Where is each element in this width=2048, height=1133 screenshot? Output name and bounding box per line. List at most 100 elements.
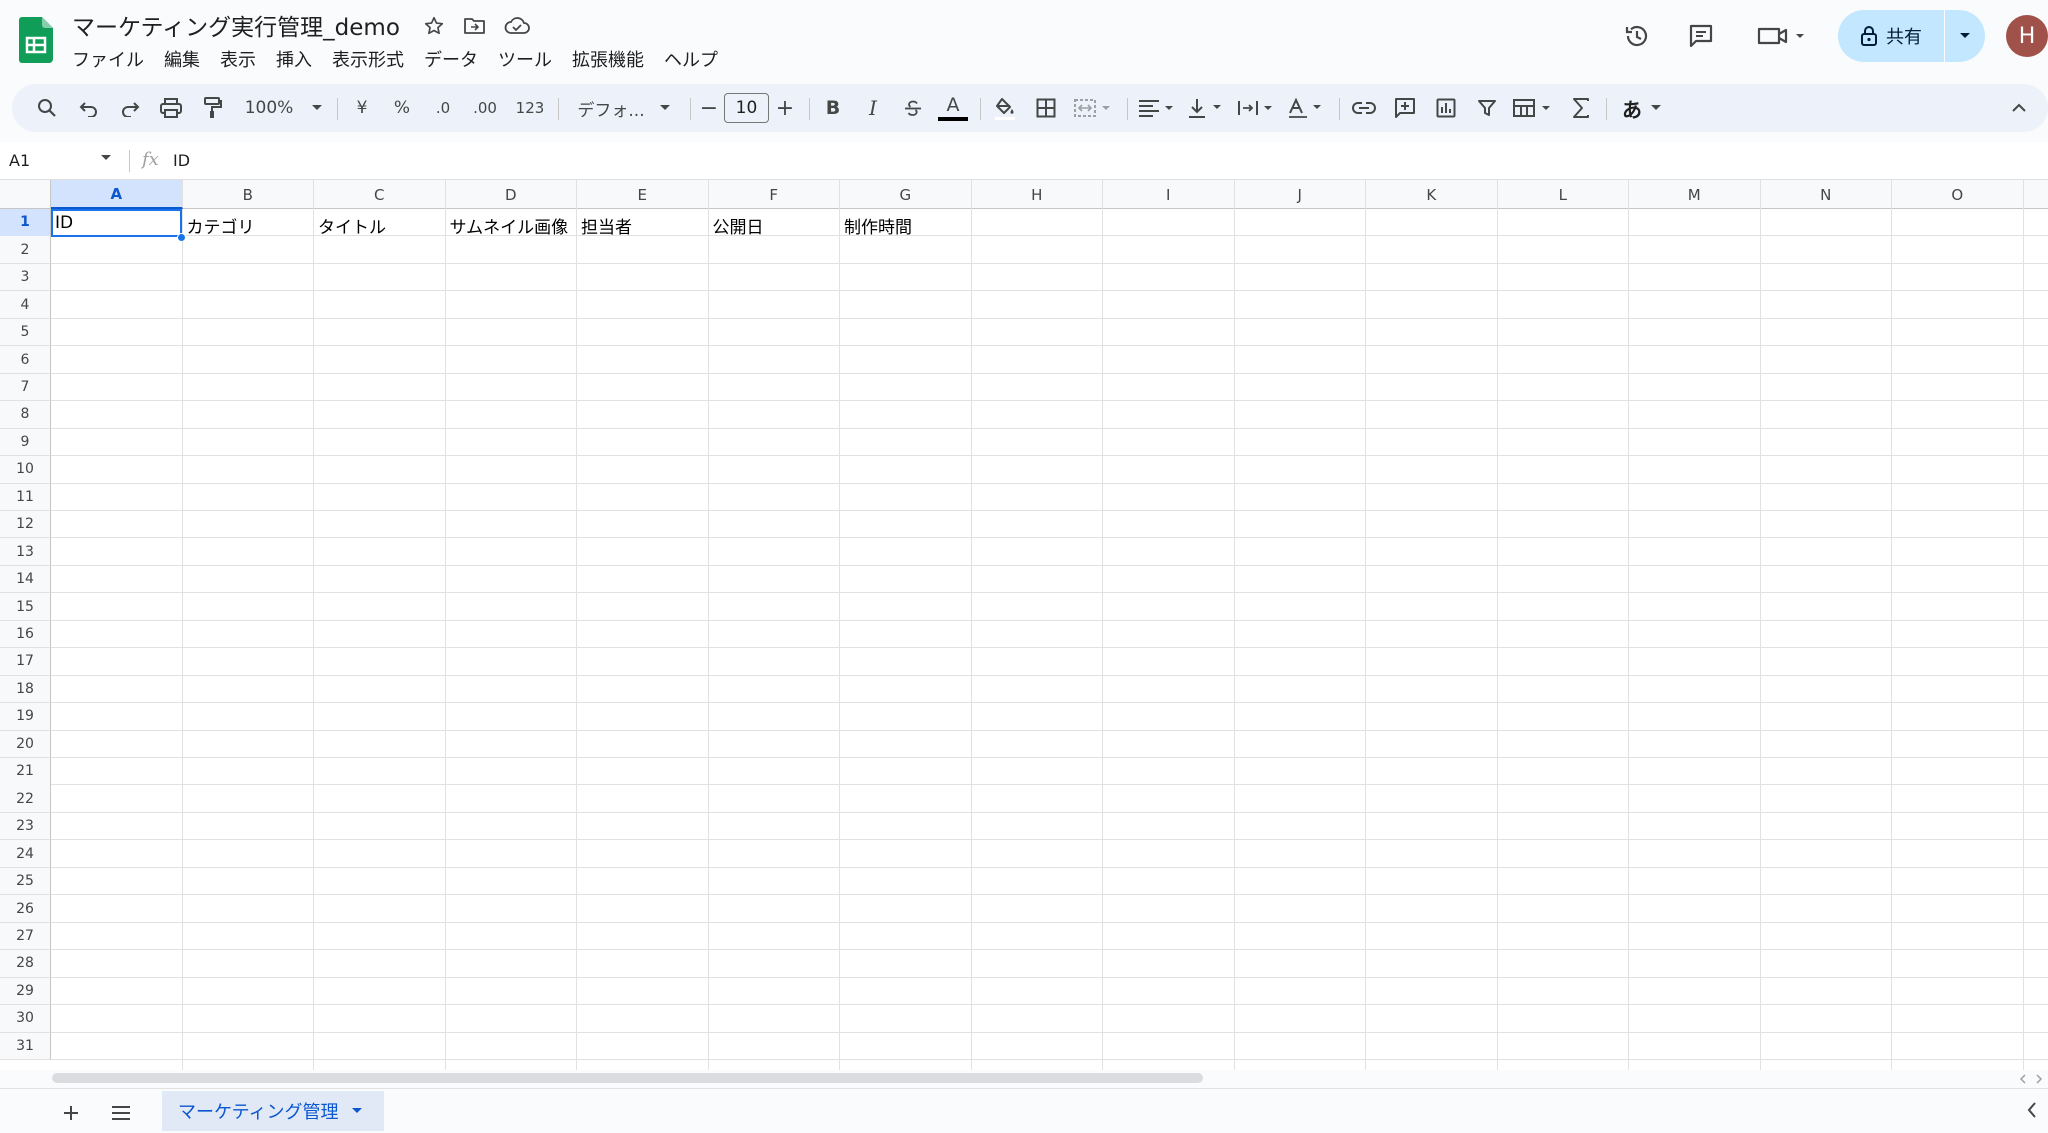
vertical-align-icon[interactable]: [1186, 90, 1232, 126]
bold-button[interactable]: B: [818, 90, 848, 126]
row-header-21[interactable]: 21: [0, 758, 51, 786]
cell-d1[interactable]: サムネイル画像: [450, 213, 569, 238]
decrease-decimal-button[interactable]: .0: [424, 90, 462, 126]
search-menus-icon[interactable]: [32, 90, 62, 126]
print-icon[interactable]: [156, 90, 186, 126]
column-header-n[interactable]: N: [1761, 180, 1892, 209]
row-header-17[interactable]: 17: [0, 648, 51, 676]
column-header-f[interactable]: F: [709, 180, 840, 209]
decrease-font-size-button[interactable]: −: [696, 90, 722, 126]
collapse-toolbar-icon[interactable]: [2004, 90, 2034, 126]
font-family-select[interactable]: デフォ...: [564, 90, 684, 126]
row-header-13[interactable]: 13: [0, 538, 51, 566]
cell-g1[interactable]: 制作時間: [844, 213, 912, 238]
filter-views-icon[interactable]: [1512, 90, 1558, 126]
column-header-c[interactable]: C: [314, 180, 446, 209]
row-header-22[interactable]: 22: [0, 785, 51, 813]
column-header-b[interactable]: B: [183, 180, 314, 209]
cloud-saved-icon[interactable]: [503, 12, 531, 40]
row-header-10[interactable]: 10: [0, 456, 51, 484]
cell-b1[interactable]: カテゴリ: [187, 213, 255, 238]
row-header-20[interactable]: 20: [0, 730, 51, 759]
insert-chart-icon[interactable]: [1429, 90, 1463, 126]
row-header-16[interactable]: 16: [0, 620, 51, 649]
menu-file[interactable]: ファイル: [62, 44, 154, 72]
row-header-2[interactable]: 2: [0, 236, 51, 264]
row-header-27[interactable]: 27: [0, 922, 51, 951]
row-header-19[interactable]: 19: [0, 703, 51, 731]
italic-button[interactable]: I: [858, 90, 888, 126]
increase-font-size-button[interactable]: +: [772, 90, 798, 126]
functions-icon[interactable]: [1564, 90, 1598, 126]
star-icon[interactable]: [420, 12, 448, 40]
comments-icon[interactable]: [1681, 16, 1721, 56]
merge-cells-icon[interactable]: [1072, 90, 1120, 126]
increase-decimal-button[interactable]: .00: [465, 90, 505, 126]
scroll-right-icon[interactable]: [2034, 1074, 2044, 1084]
column-header-l[interactable]: L: [1498, 180, 1629, 209]
more-formats-button[interactable]: 123: [508, 90, 552, 126]
menu-format[interactable]: 表示形式: [322, 44, 414, 72]
row-header-4[interactable]: 4: [0, 291, 51, 319]
row-header-6[interactable]: 6: [0, 346, 51, 374]
column-header-a[interactable]: A: [51, 180, 183, 209]
spreadsheet-grid[interactable]: ABCDEFGHIJKLMNO 1 2 3 4 5 6 7 8 9 10 11 12 13 14 15 16 1…: [0, 180, 2048, 1070]
sheet-tab-active[interactable]: マーケティング管理: [162, 1091, 384, 1131]
row-header-15[interactable]: 15: [0, 593, 51, 621]
name-box[interactable]: A1: [9, 151, 30, 170]
input-tools-button[interactable]: あ: [1614, 90, 1670, 126]
menu-view[interactable]: 表示: [210, 44, 266, 72]
version-history-icon[interactable]: [1617, 16, 1657, 56]
cell-f1[interactable]: 公開日: [713, 213, 764, 238]
all-sheets-button[interactable]: [105, 1097, 137, 1129]
sheets-logo-icon[interactable]: [19, 17, 53, 63]
row-header-5[interactable]: 5: [0, 318, 51, 347]
row-header-24[interactable]: 24: [0, 840, 51, 868]
add-sheet-button[interactable]: [55, 1097, 87, 1129]
column-header-g[interactable]: G: [840, 180, 972, 209]
undo-icon[interactable]: [74, 90, 104, 126]
text-wrapping-icon[interactable]: [1236, 90, 1282, 126]
menu-tools[interactable]: ツール: [488, 44, 562, 72]
row-header-31[interactable]: 31: [0, 1032, 51, 1060]
document-title[interactable]: マーケティング実行管理_demo: [72, 8, 400, 42]
cell-e1[interactable]: 担当者: [581, 213, 632, 238]
menu-extensions[interactable]: 拡張機能: [562, 44, 654, 72]
row-header-9[interactable]: 9: [0, 428, 51, 457]
format-percent-button[interactable]: %: [385, 90, 419, 126]
column-header-i[interactable]: I: [1103, 180, 1235, 209]
column-header-k[interactable]: K: [1366, 180, 1498, 209]
column-header-d[interactable]: D: [446, 180, 577, 209]
row-header-14[interactable]: 14: [0, 565, 51, 594]
filter-icon[interactable]: [1470, 90, 1504, 126]
horizontal-scrollbar[interactable]: [52, 1073, 1203, 1083]
cell-c1[interactable]: タイトル: [318, 213, 386, 238]
zoom-select[interactable]: 100%: [238, 90, 330, 126]
font-size-input[interactable]: 10: [724, 93, 769, 123]
column-header-h[interactable]: H: [972, 180, 1103, 209]
menu-data[interactable]: データ: [414, 44, 488, 72]
row-header-23[interactable]: 23: [0, 812, 51, 841]
chevron-down-icon[interactable]: [100, 154, 112, 162]
scroll-left-icon[interactable]: [2018, 1074, 2028, 1084]
move-folder-icon[interactable]: [461, 12, 489, 40]
share-dropdown-icon[interactable]: [1945, 10, 1985, 62]
paint-format-icon[interactable]: [197, 90, 227, 126]
strikethrough-icon[interactable]: [898, 90, 928, 126]
row-header-12[interactable]: 12: [0, 510, 51, 539]
row-header-26[interactable]: 26: [0, 895, 51, 923]
formula-input[interactable]: ID: [173, 151, 190, 170]
borders-icon[interactable]: [1029, 90, 1063, 126]
row-header-25[interactable]: 25: [0, 867, 51, 896]
format-currency-button[interactable]: ¥: [345, 90, 379, 126]
text-color-button[interactable]: A: [936, 90, 970, 126]
row-header-29[interactable]: 29: [0, 977, 51, 1006]
row-header-1[interactable]: 1: [0, 209, 51, 237]
chevron-down-icon[interactable]: [351, 1107, 363, 1115]
insert-link-icon[interactable]: [1347, 90, 1381, 126]
insert-comment-icon[interactable]: [1388, 90, 1422, 126]
row-header-7[interactable]: 7: [0, 373, 51, 402]
column-header-e[interactable]: E: [577, 180, 709, 209]
fill-color-icon[interactable]: [988, 90, 1022, 126]
select-all-corner[interactable]: [0, 180, 51, 209]
